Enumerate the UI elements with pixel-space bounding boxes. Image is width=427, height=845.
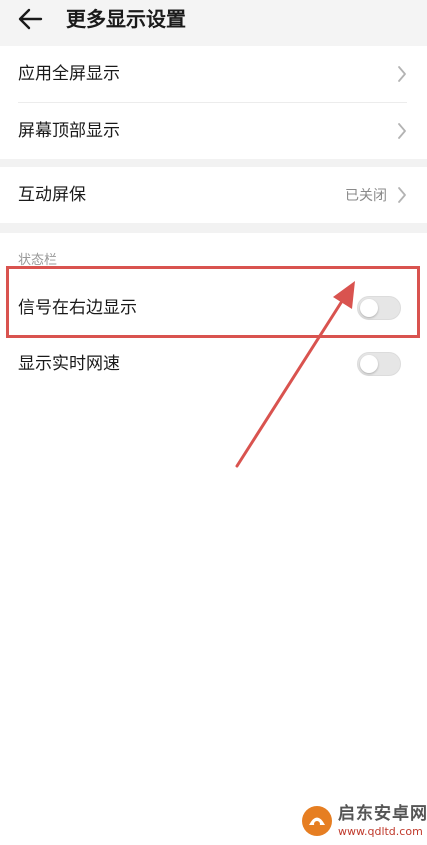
title-bar: 更多显示设置 <box>0 0 427 46</box>
back-button[interactable] <box>14 4 48 34</box>
section-gap <box>0 159 427 167</box>
realtime-network-speed-item[interactable]: 显示实时网速 <box>0 336 427 392</box>
realtime-network-speed-toggle[interactable] <box>357 352 401 376</box>
fullscreen-apps-label: 应用全屏显示 <box>18 64 120 84</box>
watermark-logo-icon <box>302 806 332 836</box>
signal-on-right-toggle[interactable] <box>357 296 401 320</box>
arrow-left-icon <box>14 4 48 34</box>
status-bar-section-title: 状态栏 <box>18 253 58 268</box>
interactive-screensaver-label: 互动屏保 <box>18 185 86 205</box>
interactive-screensaver-item[interactable]: 互动屏保 已关闭 <box>0 167 427 223</box>
chevron-right-icon <box>397 65 407 83</box>
watermark-name: 启东安卓网 <box>338 804 427 824</box>
fullscreen-apps-item[interactable]: 应用全屏显示 <box>0 46 427 102</box>
toggle-knob <box>360 299 378 317</box>
section-gap <box>0 223 427 233</box>
watermark-url: www.qdltd.com <box>338 825 423 838</box>
signal-on-right-item[interactable]: 信号在右边显示 <box>0 280 427 336</box>
signal-on-right-label: 信号在右边显示 <box>18 298 137 318</box>
page-title: 更多显示设置 <box>66 7 186 31</box>
top-of-screen-display-item[interactable]: 屏幕顶部显示 <box>0 103 427 159</box>
realtime-network-speed-label: 显示实时网速 <box>18 354 120 374</box>
chevron-right-icon <box>397 186 407 204</box>
top-of-screen-display-label: 屏幕顶部显示 <box>18 121 120 141</box>
chevron-right-icon <box>397 122 407 140</box>
screensaver-status-value: 已关闭 <box>345 188 387 204</box>
toggle-knob <box>360 355 378 373</box>
site-watermark: 启东安卓网 www.qdltd.com <box>300 804 427 844</box>
